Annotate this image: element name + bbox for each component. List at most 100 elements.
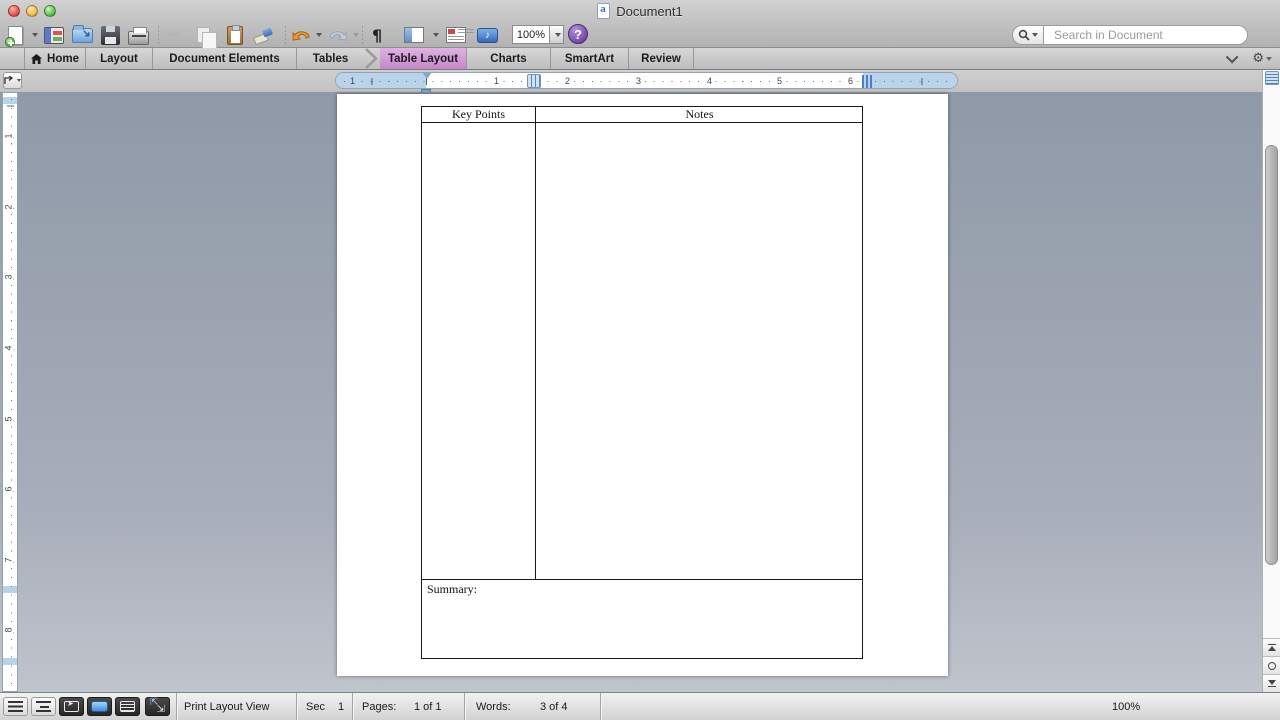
tab-smartart[interactable]: SmartArt bbox=[551, 48, 629, 69]
zoom-percent-label: 100% bbox=[1112, 701, 1140, 713]
ribbon-settings-button[interactable]: ⚙ bbox=[1252, 51, 1272, 66]
copy-button[interactable] bbox=[197, 23, 210, 47]
document-page[interactable]: Key Points Notes Summary: bbox=[337, 94, 948, 676]
tab-charts[interactable]: Charts bbox=[467, 48, 551, 69]
tab-review[interactable]: Review bbox=[629, 48, 694, 69]
notebook-layout-view-button[interactable] bbox=[115, 697, 140, 716]
print-layout-icon bbox=[91, 701, 108, 712]
full-screen-view-button[interactable] bbox=[145, 697, 170, 716]
print-layout-view-button[interactable] bbox=[87, 697, 112, 716]
section-value: 1 bbox=[338, 701, 344, 713]
ruler-number: 5 bbox=[4, 414, 14, 423]
draft-view-button[interactable] bbox=[3, 697, 28, 716]
open-button[interactable] bbox=[72, 23, 93, 47]
document-area: 1 2 3 4 5 6 7 8 Key Points Notes Summary… bbox=[0, 92, 1280, 692]
undo-arrow-icon bbox=[291, 27, 313, 43]
tab-label: Tables bbox=[313, 53, 349, 65]
full-screen-icon bbox=[151, 701, 164, 712]
zoom-dropdown-button[interactable] bbox=[550, 25, 564, 44]
vertical-scrollbar[interactable] bbox=[1262, 70, 1280, 692]
ribbon-controls: ⚙ bbox=[1229, 48, 1272, 69]
help-question-icon: ? bbox=[574, 27, 582, 42]
tab-label: Table Layout bbox=[388, 53, 458, 65]
tab-label: Document Elements bbox=[169, 53, 280, 65]
outline-view-icon bbox=[36, 701, 51, 712]
toolbar-separator bbox=[285, 26, 286, 44]
tab-label: Review bbox=[641, 53, 681, 65]
words-value[interactable]: 3 of 4 bbox=[540, 701, 568, 713]
tab-home[interactable]: Home bbox=[24, 48, 86, 69]
vertical-ruler[interactable]: 1 2 3 4 5 6 7 8 bbox=[2, 92, 18, 692]
scrollbar-thumb[interactable] bbox=[1265, 145, 1278, 565]
search-icon bbox=[1018, 29, 1030, 41]
paste-button[interactable] bbox=[227, 23, 243, 47]
help-button[interactable]: ? bbox=[568, 24, 588, 44]
table-column-marker[interactable] bbox=[527, 74, 541, 88]
redo-dropdown[interactable] bbox=[350, 23, 359, 47]
scissors-icon: ✂ bbox=[166, 25, 181, 46]
pages-value[interactable]: 1 of 1 bbox=[414, 701, 442, 713]
key-points-header-cell[interactable]: Key Points bbox=[422, 108, 535, 121]
cut-button[interactable]: ✂ bbox=[166, 23, 181, 47]
save-button[interactable] bbox=[101, 23, 120, 47]
ruler-number: 6 bbox=[846, 76, 855, 87]
new-document-dropdown[interactable] bbox=[29, 23, 38, 47]
tab-layout[interactable]: Layout bbox=[86, 48, 153, 69]
notebook-layout-icon bbox=[120, 701, 135, 712]
notes-header-cell[interactable]: Notes bbox=[535, 108, 864, 121]
redo-button[interactable] bbox=[326, 23, 348, 47]
ruler-number: 1 bbox=[348, 76, 357, 87]
ruler-number: 1 bbox=[4, 131, 14, 140]
status-bar: Print Layout View Sec 1 Pages: 1 of 1 Wo… bbox=[0, 692, 1280, 720]
ruler-number: 7 bbox=[4, 555, 14, 564]
music-note-icon: ♪ bbox=[485, 30, 490, 41]
ruler-number: 3 bbox=[4, 272, 14, 281]
search-scope-button[interactable] bbox=[1012, 25, 1044, 45]
print-button[interactable] bbox=[128, 23, 149, 47]
tab-label: Home bbox=[47, 53, 79, 65]
horizontal-ruler[interactable]: 1 1 2 3 4 5 6 bbox=[335, 72, 958, 89]
collapse-ribbon-button[interactable] bbox=[1226, 51, 1239, 64]
publishing-layout-view-button[interactable] bbox=[59, 697, 84, 716]
tab-table-layout[interactable]: Table Layout bbox=[380, 48, 467, 69]
format-brush-icon bbox=[252, 26, 272, 44]
zoom-value-field[interactable]: 100% bbox=[512, 25, 550, 44]
sidebar-pane-dropdown[interactable] bbox=[430, 23, 439, 47]
document-icon bbox=[597, 3, 610, 19]
titlebar[interactable]: Document1 bbox=[0, 0, 1280, 22]
new-plus-icon bbox=[5, 37, 15, 47]
ruler-toggle-button[interactable] bbox=[1265, 71, 1279, 85]
notes-table[interactable]: Key Points Notes Summary: bbox=[421, 106, 863, 659]
media-browser-button[interactable]: ♪ bbox=[477, 23, 498, 47]
tab-label: Layout bbox=[100, 53, 138, 65]
status-separator bbox=[352, 693, 353, 720]
right-margin-marker[interactable] bbox=[862, 75, 872, 88]
undo-dropdown[interactable] bbox=[313, 23, 322, 47]
search-input[interactable] bbox=[1044, 25, 1248, 45]
undo-button[interactable] bbox=[291, 23, 313, 47]
copy-icon bbox=[197, 27, 210, 43]
view-mode-label: Print Layout View bbox=[184, 701, 269, 713]
zoom-combo: 100% bbox=[512, 25, 564, 44]
status-separator bbox=[296, 693, 297, 720]
toolbox-button[interactable] bbox=[446, 23, 466, 47]
show-gallery-button[interactable] bbox=[44, 23, 64, 47]
first-line-indent-marker[interactable] bbox=[422, 72, 432, 79]
select-browse-object-button[interactable] bbox=[1263, 656, 1280, 674]
tab-tables[interactable]: Tables bbox=[297, 48, 364, 69]
tab-stop-selector[interactable] bbox=[3, 72, 22, 89]
status-separator bbox=[176, 693, 177, 720]
next-page-button[interactable] bbox=[1263, 674, 1280, 692]
format-painter-button[interactable] bbox=[252, 23, 272, 47]
search-area bbox=[1012, 25, 1248, 45]
tab-label: Charts bbox=[490, 53, 526, 65]
previous-page-button[interactable] bbox=[1263, 638, 1280, 656]
tab-document-elements[interactable]: Document Elements bbox=[153, 48, 297, 69]
sidebar-pane-button[interactable] bbox=[404, 23, 424, 47]
outline-view-button[interactable] bbox=[31, 697, 56, 716]
show-formatting-marks-button[interactable]: ¶ bbox=[372, 23, 382, 47]
summary-label-cell[interactable]: Summary: bbox=[427, 583, 477, 596]
open-folder-icon bbox=[72, 28, 93, 43]
new-document-button[interactable] bbox=[8, 23, 23, 47]
ruler-number: 8 bbox=[4, 625, 14, 634]
